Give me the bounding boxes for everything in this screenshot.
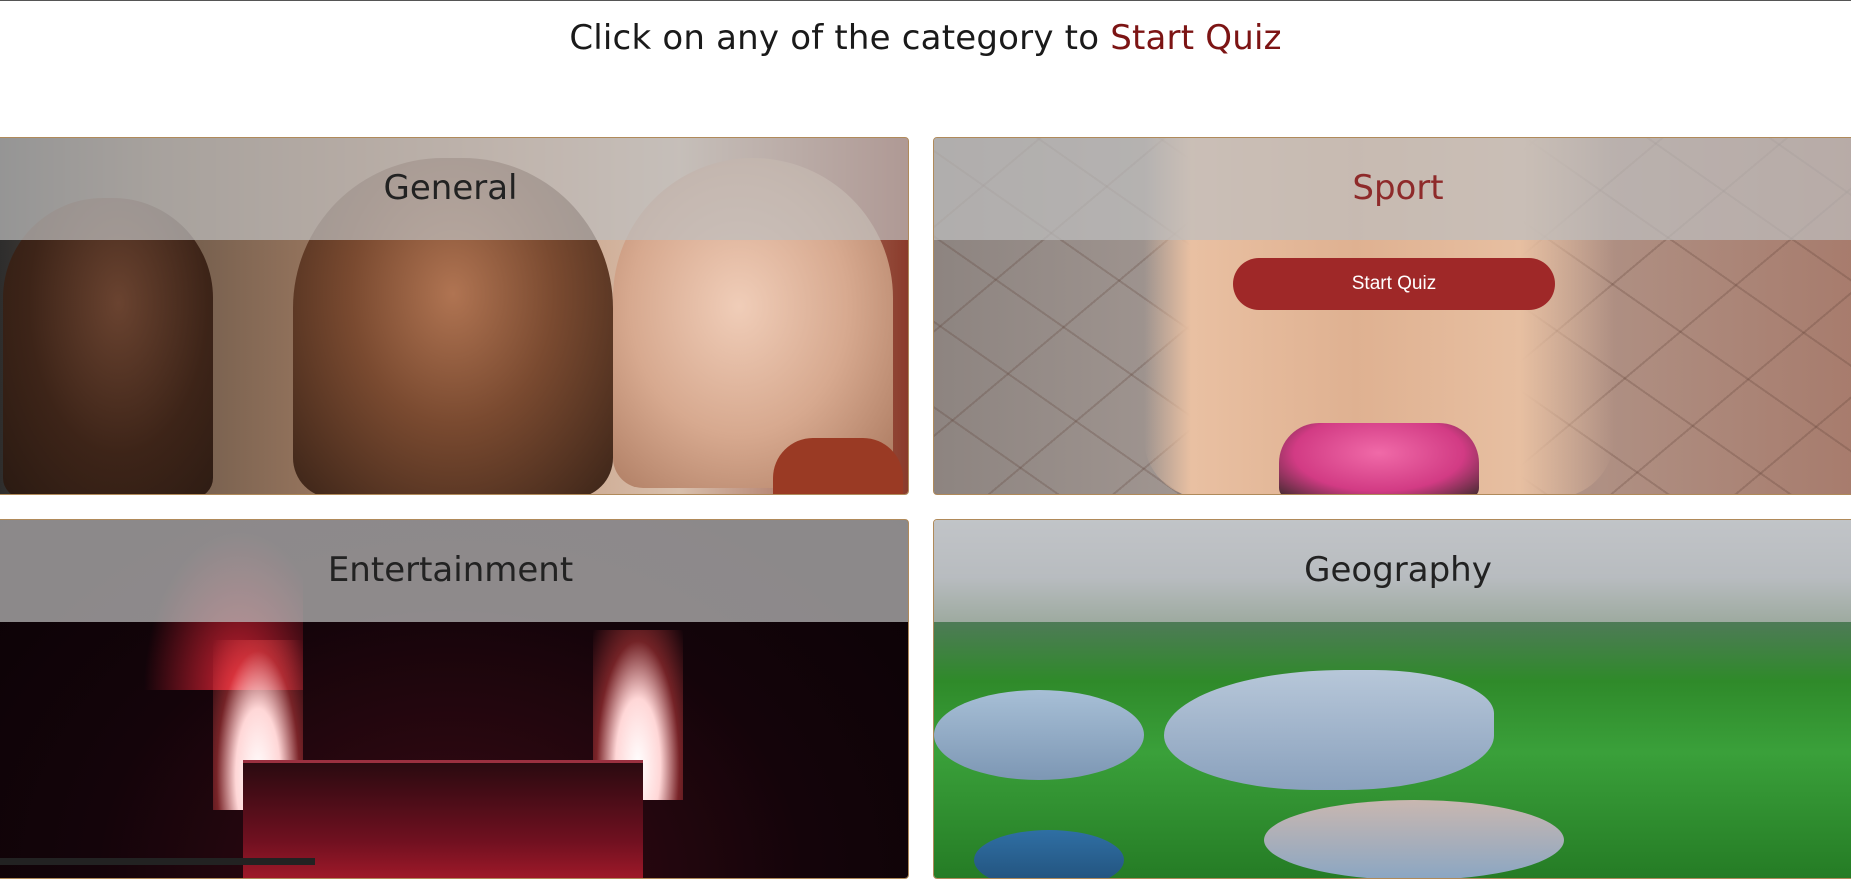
- shoe: [1279, 423, 1479, 494]
- category-card-entertainment[interactable]: Entertainment: [0, 519, 909, 879]
- category-card-general[interactable]: General: [0, 137, 909, 495]
- lake: [934, 690, 1144, 780]
- lake: [974, 830, 1124, 878]
- shirt: [773, 438, 903, 494]
- top-divider: [0, 0, 1851, 1]
- heading-text: Click on any of the category to: [569, 18, 1111, 58]
- horizontal-scrollbar[interactable]: [0, 858, 315, 865]
- card-title-entertainment: Entertainment: [327, 550, 574, 590]
- card-title-general: General: [383, 168, 518, 208]
- lake: [1164, 670, 1494, 790]
- card-title-geography: Geography: [1304, 550, 1492, 590]
- card-title-sport: Sport: [1352, 168, 1444, 208]
- start-quiz-button[interactable]: Start Quiz: [1233, 258, 1555, 310]
- person-left: [3, 198, 213, 494]
- page-heading: Click on any of the category to Start Qu…: [0, 18, 1851, 58]
- category-card-geography[interactable]: Geography: [933, 519, 1851, 879]
- heading-accent: Start Quiz: [1110, 18, 1282, 58]
- category-card-sport[interactable]: Sport Start Quiz: [933, 137, 1851, 495]
- lake: [1264, 800, 1564, 878]
